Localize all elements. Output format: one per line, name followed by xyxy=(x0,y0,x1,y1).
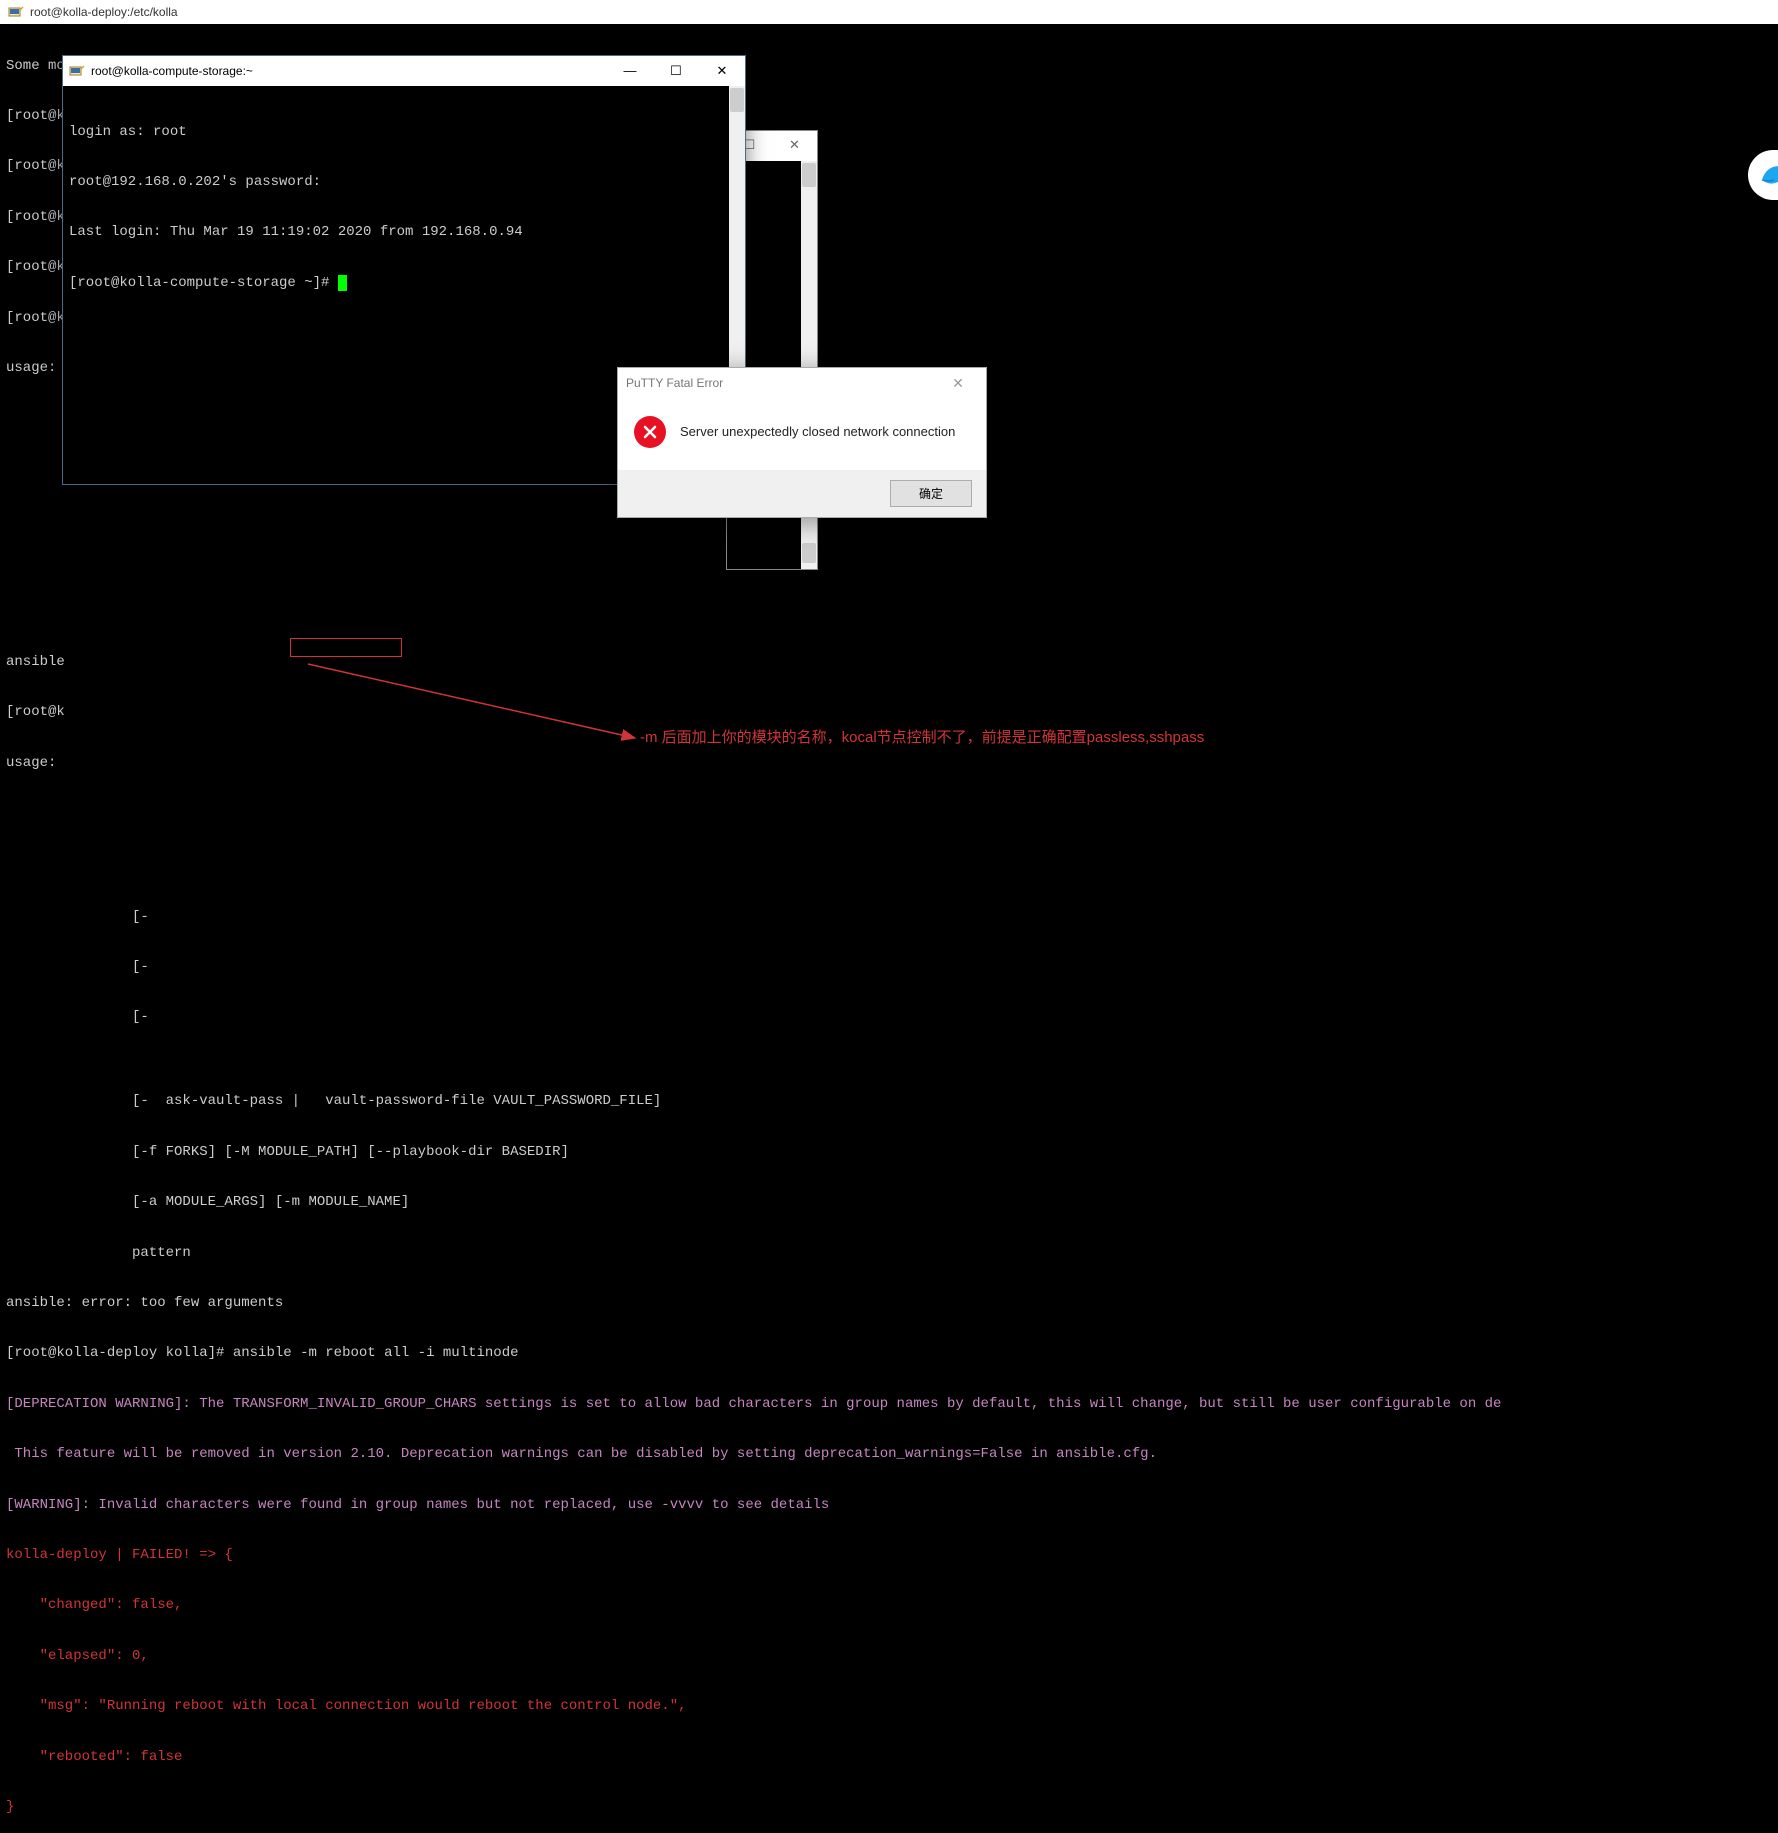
scrollbar-thumb[interactable] xyxy=(730,88,744,112)
term-line: ansible xyxy=(6,654,1778,671)
deprecation-warning-line: [DEPRECATION WARNING]: The TRANSFORM_INV… xyxy=(6,1396,1778,1413)
term-line: [- xyxy=(6,1009,1778,1026)
dialog-titlebar[interactable]: PuTTY Fatal Error ✕ xyxy=(618,368,986,398)
annotation-text: -m 后面加上你的模块的名称，kocal节点控制不了，前提是正确配置passle… xyxy=(640,729,1204,747)
failed-output-line: } xyxy=(6,1799,1778,1816)
term-line: [- ask-vault-pass | vault-password-file … xyxy=(6,1093,1778,1110)
scrollbar-thumb[interactable] xyxy=(802,543,816,563)
front-window-titlebar[interactable]: root@kolla-compute-storage:~ — ☐ ✕ xyxy=(63,56,745,86)
term-line: [- xyxy=(6,959,1778,976)
failed-output-line: "changed": false, xyxy=(6,1597,1778,1614)
close-button[interactable]: ✕ xyxy=(699,56,745,86)
dialog-message: Server unexpectedly closed network conne… xyxy=(680,424,955,440)
putty-fatal-error-dialog[interactable]: PuTTY Fatal Error ✕ Server unexpectedly … xyxy=(617,367,987,518)
term-line: [-f FORKS] [-M MODULE_PATH] [--playbook-… xyxy=(6,1144,1778,1161)
dialog-title: PuTTY Fatal Error xyxy=(626,376,938,390)
scrollbar-thumb[interactable] xyxy=(802,163,816,187)
deprecation-warning-line: This feature will be removed in version … xyxy=(6,1446,1778,1463)
putty-icon xyxy=(69,63,85,79)
maximize-button[interactable]: ☐ xyxy=(653,56,699,86)
error-icon xyxy=(634,416,666,448)
failed-output-line: "rebooted": false xyxy=(6,1749,1778,1766)
term-prompt-line: [root@kolla-compute-storage ~]# xyxy=(69,275,739,292)
close-button[interactable]: ✕ xyxy=(772,131,817,161)
minimize-button[interactable]: — xyxy=(607,56,653,86)
putty-icon xyxy=(8,4,24,20)
term-line: [-a MODULE_ARGS] [-m MODULE_NAME] xyxy=(6,1194,1778,1211)
failed-output-line: kolla-deploy | FAILED! => { xyxy=(6,1547,1778,1564)
failed-output-line: "msg": "Running reboot with local connec… xyxy=(6,1698,1778,1715)
cursor xyxy=(338,275,347,291)
main-window-title: root@kolla-deploy:/etc/kolla xyxy=(30,5,178,19)
term-line: pattern xyxy=(6,1245,1778,1262)
main-window-titlebar: root@kolla-deploy:/etc/kolla xyxy=(0,0,1778,24)
warning-line: [WARNING]: Invalid characters were found… xyxy=(6,1497,1778,1514)
front-window-title: root@kolla-compute-storage:~ xyxy=(91,64,253,78)
term-line: [- xyxy=(6,909,1778,926)
close-button[interactable]: ✕ xyxy=(938,375,978,392)
term-line: usage: xyxy=(6,755,1778,772)
term-line: Last login: Thu Mar 19 11:19:02 2020 fro… xyxy=(69,224,739,241)
term-line: root@192.168.0.202's password: xyxy=(69,174,739,191)
term-line: login as: root xyxy=(69,124,739,141)
term-line: [root@k xyxy=(6,704,1778,721)
annotation-rectangle xyxy=(290,638,402,657)
failed-output-line: "elapsed": 0, xyxy=(6,1648,1778,1665)
ansible-command-line: [root@kolla-deploy kolla]# ansible -m re… xyxy=(6,1345,1778,1362)
bird-icon xyxy=(1756,158,1778,192)
term-line: ansible: error: too few arguments xyxy=(6,1295,1778,1312)
ok-button[interactable]: 确定 xyxy=(890,480,972,507)
